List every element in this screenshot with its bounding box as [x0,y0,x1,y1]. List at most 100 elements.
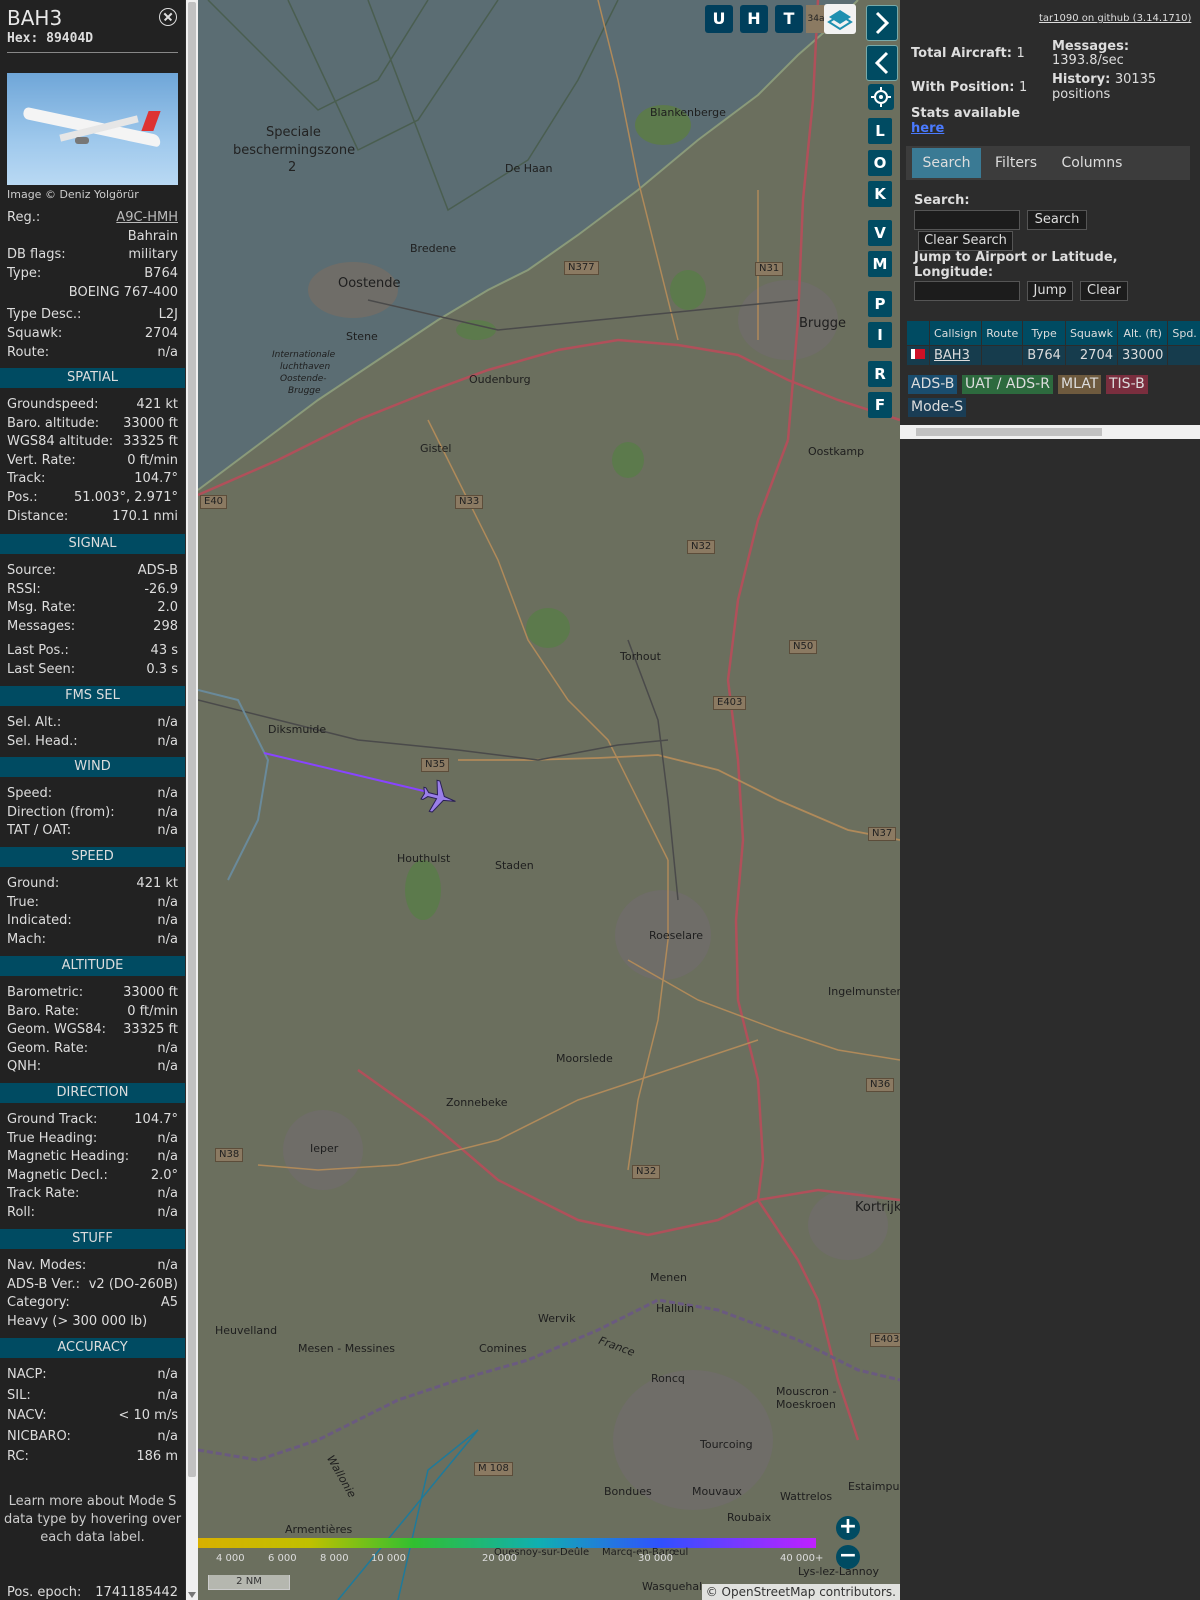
toggle-f-button[interactable]: F [868,392,892,418]
toggle-r-button[interactable]: R [868,361,892,387]
column-header-squawk[interactable]: Squawk [1064,320,1119,346]
info-row: Reg.: A9C-HMH [7,210,178,228]
aircraft-info-panel: BAH3 Hex: 89404D Image © Deniz Yolgörür … [0,0,185,1600]
info-row-value: 104.7° [134,471,178,486]
source-badge-uat: UAT / ADS-R [962,375,1053,394]
info-row-value: 2.0° [150,1168,178,1183]
map-attribution[interactable]: © OpenStreetMap contributors. [701,1584,900,1600]
info-row-label: Baro. altitude: [7,416,100,431]
info-row-label: Ground Track: [7,1112,98,1127]
settings-gear-icon[interactable] [868,84,894,110]
section-header-signal: SIGNAL [0,534,185,554]
tab-search[interactable]: Search [912,148,981,178]
search-input[interactable] [914,210,1020,230]
column-header-flag[interactable] [906,320,930,346]
toggle-l-button[interactable]: L [868,118,892,144]
map-label: Stene [346,330,378,343]
info-row-value[interactable]: A9C-HMH [116,210,178,225]
info-row-value: n/a [157,1388,178,1403]
column-header-altitude[interactable]: Alt. (ft) [1116,320,1169,346]
info-row: Ground: 421 kt [7,876,178,894]
map-label: Blankenberge [650,106,726,119]
row-squawk: 2704 [1064,345,1119,366]
layers-icon[interactable] [824,4,856,34]
clear-button[interactable]: Clear [1080,281,1128,301]
info-row-value: L2J [158,307,178,322]
map-label: Houthulst [397,852,451,865]
map-view[interactable]: Speciale beschermingszone 2 Blankenberge… [198,0,900,1600]
info-row: Heavy (> 300 000 lb) [7,1314,178,1332]
info-row-value: 170.1 nmi [112,509,178,524]
jump-input[interactable] [914,281,1020,301]
tab-columns[interactable]: Columns [1051,148,1133,178]
toggle-t-button[interactable]: T [775,5,803,33]
table-horizontal-scrollbar[interactable] [900,425,1200,439]
row-speed [1167,345,1200,366]
toggle-v-button[interactable]: V [868,220,892,246]
toggle-m-button[interactable]: M [868,251,892,277]
search-button[interactable]: Search [1027,210,1087,230]
toggle-h-button[interactable]: H [740,5,768,33]
toggle-o-button[interactable]: O [868,150,892,176]
zoom-in-icon[interactable]: + [836,1516,860,1540]
column-header-route[interactable]: Route [981,320,1024,346]
map-label: Estaimpuis [848,1480,900,1493]
info-row-value: 2.0 [157,600,178,615]
info-row: TAT / OAT: n/a [7,823,178,841]
info-row: Bahrain [7,229,178,247]
info-row: Baro. altitude: 33000 ft [7,416,178,434]
collapse-right-icon[interactable] [866,5,898,41]
tab-filters[interactable]: Filters [985,148,1047,178]
info-row-label: True: [7,895,39,910]
github-link[interactable]: tar1090 on github (3.14.1710) [1039,13,1191,24]
info-scrollbar[interactable] [186,0,198,1600]
jump-label: Jump to Airport or Latitude, Longitude: [914,250,1118,280]
info-row-value: 33000 ft [123,416,178,431]
source-badge-adsb: ADS-B [908,375,958,394]
clear-search-button[interactable]: Clear Search [918,231,1013,251]
road-badge: N32 [632,1165,661,1179]
info-row-value: 0.3 s [146,662,178,677]
row-callsign[interactable]: BAH3 [928,345,983,366]
map-label: Brugge [288,386,321,396]
info-row: Track Rate: n/a [7,1186,178,1204]
aircraft-table: Callsign Route Type Squawk Alt. (ft) Spd… [906,320,1200,366]
info-row-label: Sel. Head.: [7,734,78,749]
flag-icon [906,345,930,366]
table-row[interactable]: BAH3 B764 2704 33000 [906,345,1200,366]
toggle-k-button[interactable]: K [868,181,892,207]
info-row-value: BOEING 767-400 [68,285,178,300]
altitude-scale-label: 4 000 [216,1553,245,1564]
road-badge: N33 [455,495,484,509]
aircraft-photo[interactable] [7,73,178,185]
close-icon[interactable] [159,8,177,26]
section-header-stuff: STUFF [0,1229,185,1249]
history-unit: positions [1052,87,1111,102]
map-label: Diksmuide [268,723,327,736]
info-row-value: n/a [157,1367,178,1382]
toggle-i-button[interactable]: I [868,322,892,348]
stats-link[interactable]: here [911,121,944,136]
column-header-speed[interactable]: Spd. [1167,320,1200,346]
info-row-value: n/a [157,1258,178,1273]
info-row-label: Mach: [7,932,46,947]
info-row: DB flags: military [7,247,178,265]
info-row: RC: 186 m [7,1449,178,1467]
altitude-scale-label: 20 000 [482,1553,517,1564]
info-row: Geom. Rate: n/a [7,1041,178,1059]
toggle-p-button[interactable]: P [868,291,892,317]
info-row-value: n/a [157,345,178,360]
column-header-type[interactable]: Type [1022,320,1066,346]
info-row-value: 0 ft/min [127,453,178,468]
info-row-label: Sel. Alt.: [7,715,62,730]
info-row: WGS84 altitude: 33325 ft [7,434,178,452]
map-label: Armentières [285,1523,353,1536]
map-label: Oudenburg [469,373,531,386]
expand-left-icon[interactable] [866,45,898,81]
zoom-out-icon[interactable]: − [836,1545,860,1569]
info-row: Type: B764 [7,266,178,284]
column-header-callsign[interactable]: Callsign [928,320,983,346]
jump-button[interactable]: Jump [1027,281,1073,301]
toggle-u-button[interactable]: U [705,5,733,33]
map-label: Tourcoing [700,1438,753,1451]
